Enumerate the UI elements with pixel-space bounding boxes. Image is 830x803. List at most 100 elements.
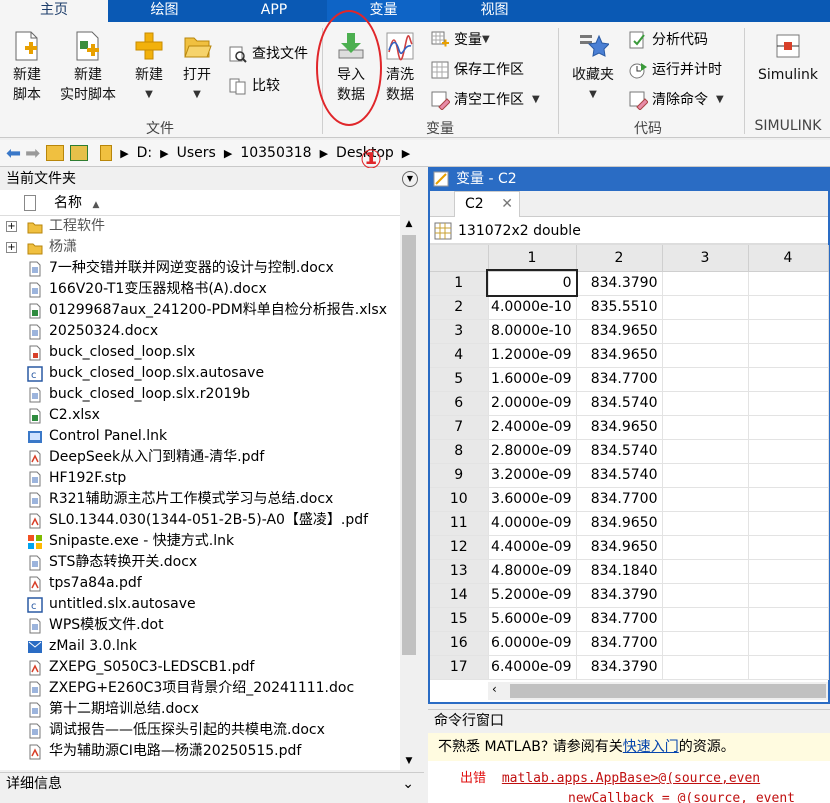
- grid-cell[interactable]: [748, 559, 829, 584]
- scrollbar-down[interactable]: ▼: [400, 752, 418, 770]
- simulink-button[interactable]: Simulink: [752, 30, 824, 85]
- up-folder-icon[interactable]: [46, 145, 65, 161]
- scrollbar-up[interactable]: ▲: [400, 215, 418, 233]
- grid-cell[interactable]: [662, 607, 749, 632]
- compare-button[interactable]: 比较: [228, 76, 280, 96]
- tab-apps[interactable]: APP: [221, 0, 327, 22]
- file-item[interactable]: ZXEPG_S050C3-LEDSCB1.pdf: [0, 657, 400, 678]
- grid-cell[interactable]: [748, 415, 829, 440]
- file-item[interactable]: 166V20-T1变压器规格书(A).docx: [0, 279, 400, 300]
- tab-plots[interactable]: 绘图: [108, 0, 221, 22]
- expand-icon[interactable]: +: [6, 221, 17, 232]
- row-header[interactable]: 11: [430, 511, 489, 536]
- new-button[interactable]: 新建 ▼: [128, 30, 170, 105]
- grid-cell[interactable]: [662, 391, 749, 416]
- column-header[interactable]: 4: [748, 245, 829, 272]
- row-header[interactable]: 5: [430, 367, 489, 392]
- grid-cell[interactable]: 6.4000e-09: [488, 655, 577, 680]
- grid-cell[interactable]: [662, 367, 749, 392]
- clear-commands-button[interactable]: 清除命令 ▼: [628, 90, 724, 110]
- grid-cell[interactable]: [748, 367, 829, 392]
- favorites-button[interactable]: 收藏夹 ▼: [566, 30, 620, 105]
- grid-cell[interactable]: 834.9650: [576, 415, 663, 440]
- file-item[interactable]: 01299687aux_241200-PDM料单自检分析报告.xlsx: [0, 300, 400, 321]
- column-header[interactable]: 3: [662, 245, 749, 272]
- grid-cell[interactable]: 834.7700: [576, 631, 663, 656]
- file-item[interactable]: DeepSeek从入门到精通-清华.pdf: [0, 447, 400, 468]
- grid-cell[interactable]: [748, 319, 829, 344]
- row-header[interactable]: 3: [430, 319, 489, 344]
- column-header[interactable]: 1: [488, 245, 577, 272]
- grid-cell[interactable]: [748, 631, 829, 656]
- scrollbar-thumb[interactable]: [510, 684, 826, 698]
- grid-cell[interactable]: [748, 511, 829, 536]
- file-item[interactable]: WPS模板文件.dot: [0, 615, 400, 636]
- grid-cell[interactable]: 2.4000e-09: [488, 415, 577, 440]
- row-header[interactable]: 15: [430, 607, 489, 632]
- row-header[interactable]: 2: [430, 295, 489, 320]
- grid-cell[interactable]: [662, 535, 749, 560]
- grid-cell[interactable]: [662, 655, 749, 680]
- grid-cell[interactable]: [748, 655, 829, 680]
- file-item[interactable]: 调试报告——低压探头引起的共模电流.docx: [0, 720, 400, 741]
- open-button[interactable]: 打开 ▼: [176, 30, 218, 105]
- getting-started-link[interactable]: 快速入门: [623, 739, 679, 755]
- row-header[interactable]: 14: [430, 583, 489, 608]
- new-live-script-button[interactable]: 新建 实时脚本: [54, 30, 122, 105]
- grid-cell[interactable]: [748, 583, 829, 608]
- file-item[interactable]: 第十二期培训总结.docx: [0, 699, 400, 720]
- horizontal-scrollbar[interactable]: ‹: [488, 682, 828, 700]
- grid-cell[interactable]: [662, 439, 749, 464]
- grid-cell[interactable]: 834.7700: [576, 487, 663, 512]
- grid-cell[interactable]: 3.2000e-09: [488, 463, 577, 488]
- grid-cell[interactable]: [748, 607, 829, 632]
- scrollbar-thumb[interactable]: [402, 235, 416, 655]
- grid-cell[interactable]: 4.0000e-09: [488, 511, 577, 536]
- grid-cell[interactable]: [748, 343, 829, 368]
- grid-cell[interactable]: 834.5740: [576, 439, 663, 464]
- grid-cell[interactable]: [748, 271, 829, 296]
- row-header[interactable]: 8: [430, 439, 489, 464]
- error-link[interactable]: matlab.apps.AppBase>@(source,even: [502, 771, 760, 786]
- grid-cell[interactable]: 3.6000e-09: [488, 487, 577, 512]
- grid-cell[interactable]: 834.5740: [576, 391, 663, 416]
- row-header[interactable]: 10: [430, 487, 489, 512]
- grid-cell[interactable]: [662, 271, 749, 296]
- grid-cell[interactable]: 834.7700: [576, 367, 663, 392]
- grid-cell[interactable]: 4.8000e-09: [488, 559, 577, 584]
- close-icon[interactable]: ✕: [501, 192, 513, 216]
- row-header[interactable]: 16: [430, 631, 489, 656]
- file-list-header[interactable]: 名称 ▲: [0, 190, 400, 216]
- grid-cell[interactable]: 2.0000e-09: [488, 391, 577, 416]
- tab-home[interactable]: 主页: [0, 0, 108, 22]
- row-header[interactable]: 17: [430, 655, 489, 680]
- grid-cell[interactable]: 834.9650: [576, 511, 663, 536]
- file-item[interactable]: 华为辅助源CI电路—杨潇20250515.pdf: [0, 741, 400, 762]
- folder-item[interactable]: + 工程软件: [0, 216, 400, 237]
- find-files-button[interactable]: 查找文件: [228, 44, 308, 64]
- grid-cell[interactable]: 1.6000e-09: [488, 367, 577, 392]
- panel-menu-icon[interactable]: ▼: [402, 171, 418, 187]
- file-item[interactable]: HF192F.stp: [0, 468, 400, 489]
- file-item[interactable]: c buck_closed_loop.slx.autosave: [0, 363, 400, 384]
- file-item[interactable]: c untitled.slx.autosave: [0, 594, 400, 615]
- grid-cell[interactable]: 834.3790: [576, 271, 663, 296]
- file-item[interactable]: STS静态转换开关.docx: [0, 552, 400, 573]
- tab-view[interactable]: 视图: [440, 0, 549, 22]
- row-header[interactable]: 1: [430, 271, 489, 296]
- clear-workspace-button[interactable]: 清空工作区 ▼: [430, 90, 540, 110]
- grid-cell[interactable]: [748, 439, 829, 464]
- grid-cell[interactable]: 4.4000e-09: [488, 535, 577, 560]
- file-item[interactable]: tps7a84a.pdf: [0, 573, 400, 594]
- breadcrumb-segment[interactable]: D:: [137, 145, 153, 161]
- row-header[interactable]: 12: [430, 535, 489, 560]
- file-item[interactable]: 7一种交错并联并网逆变器的设计与控制.docx: [0, 258, 400, 279]
- column-name[interactable]: 名称: [54, 195, 82, 211]
- file-item[interactable]: R321辅助源主芯片工作模式学习与总结.docx: [0, 489, 400, 510]
- grid-cell[interactable]: 5.6000e-09: [488, 607, 577, 632]
- file-item[interactable]: Control Panel.lnk: [0, 426, 400, 447]
- grid-cell[interactable]: [748, 391, 829, 416]
- row-header[interactable]: 6: [430, 391, 489, 416]
- grid-cell[interactable]: 834.9650: [576, 343, 663, 368]
- breadcrumb-segment[interactable]: Users: [177, 145, 216, 161]
